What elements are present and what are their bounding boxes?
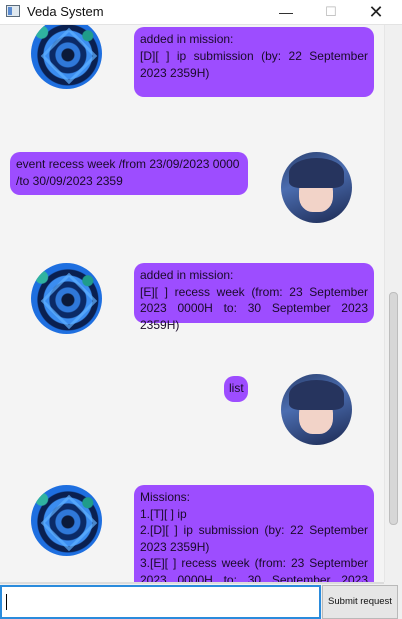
minimize-button[interactable]: — <box>263 0 309 24</box>
window-title: Veda System <box>27 4 104 19</box>
message-line: 2023 2359H) <box>140 539 210 554</box>
message-line: event recess week /from 23/09/2023 0000 <box>16 157 240 171</box>
message-line: added in mission: <box>140 32 234 46</box>
message-line: 2023 2359H) <box>140 65 210 80</box>
text-caret <box>6 594 7 610</box>
message-line: 3.[E][ ] recess week (from: 23 September <box>140 556 368 570</box>
user-avatar <box>281 374 352 445</box>
user-message-bubble: list <box>224 376 248 402</box>
bot-avatar <box>31 263 102 334</box>
submit-request-button[interactable]: Submit request <box>322 585 398 619</box>
user-avatar <box>281 152 352 223</box>
bot-message-bubble: Missions: 1.[T][ ] ip 2.[D][ ] ip submis… <box>134 485 374 582</box>
maximize-button[interactable]: ☐ <box>308 0 354 24</box>
vertical-scrollbar[interactable] <box>384 25 402 582</box>
message-line: 2.[D][ ] ip submission (by: 22 September <box>140 523 368 537</box>
message-line: 2023 0000H to: 30 September 2023 2359H) <box>140 572 368 583</box>
message-line: 2023 0000H to: 30 September 2023 2359H) <box>140 301 368 332</box>
user-input-field[interactable] <box>0 585 321 619</box>
message-line: /to 30/09/2023 2359 <box>16 173 123 188</box>
user-message-bubble: event recess week /from 23/09/2023 0000 … <box>10 152 248 195</box>
close-button[interactable]: ✕ <box>353 0 399 24</box>
message-line: [D][ ] ip submission (by: 22 September <box>140 49 368 63</box>
message-line: [E][ ] recess week (from: 23 September <box>140 284 368 299</box>
bot-avatar <box>31 485 102 556</box>
bot-message-bubble: added in mission: [D][ ] ip submission (… <box>134 27 374 97</box>
app-window-icon <box>6 5 20 17</box>
message-line: 1.[T][ ] ip <box>140 506 187 521</box>
bot-message-bubble: added in mission: [E][ ] recess week (fr… <box>134 263 374 332</box>
message-line: list <box>229 381 244 395</box>
title-bar: Veda System — ☐ ✕ <box>0 0 402 25</box>
message-line: added in mission: <box>140 268 234 282</box>
scrollbar-thumb[interactable] <box>389 292 398 525</box>
horizontal-divider <box>0 582 384 584</box>
chat-dialog-area[interactable]: added in mission: [D][ ] ip submission (… <box>0 25 384 582</box>
message-line: Missions: <box>140 490 191 504</box>
bot-avatar <box>31 25 102 89</box>
